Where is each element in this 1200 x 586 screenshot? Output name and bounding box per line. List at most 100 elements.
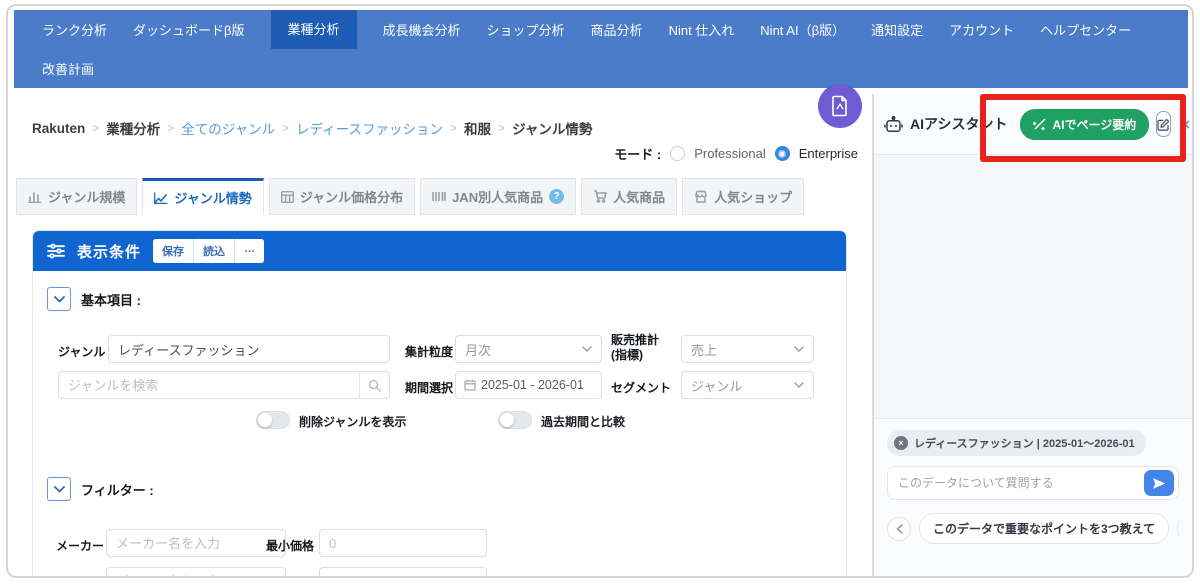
brand-label: ブランド xyxy=(56,575,104,578)
chevron-left-icon[interactable] xyxy=(887,517,911,541)
brand-input[interactable] xyxy=(106,567,286,578)
metric-label: 販売推計 (指標) xyxy=(611,333,659,363)
pdf-file-icon xyxy=(830,95,850,117)
granularity-select[interactable]: 月次 xyxy=(455,335,602,363)
ai-input-section: × レディースファッション | 2025-01〜2026-01 このデータで重要… xyxy=(874,419,1192,578)
mode-label: モード : xyxy=(614,144,661,163)
radio-professional[interactable] xyxy=(670,146,685,161)
ai-assistant-title: AIアシスタント xyxy=(910,114,1007,134)
ai-page-summary-label: AIでページ要約 xyxy=(1052,116,1136,133)
tab-label: 人気ショップ xyxy=(714,187,792,206)
pdf-export-button[interactable] xyxy=(818,84,862,128)
min-price-label: 最小価格 xyxy=(266,537,314,554)
nav-item-dashboard-beta[interactable]: ダッシュボードβ版 xyxy=(133,20,244,39)
tab-genre-trend[interactable]: ジャンル情勢 xyxy=(142,178,263,215)
max-price-input[interactable] xyxy=(319,567,487,578)
remove-tag-icon[interactable]: × xyxy=(894,436,908,450)
card-title: 表示条件 xyxy=(77,241,141,262)
tab-popular-shops[interactable]: 人気ショップ xyxy=(682,178,804,215)
mode-option-professional[interactable]: Professional xyxy=(694,146,766,161)
paper-plane-icon xyxy=(1152,477,1166,490)
genre-input[interactable] xyxy=(108,335,390,363)
segment-select[interactable]: ジャンル xyxy=(681,371,814,399)
tab-label: 人気商品 xyxy=(613,187,665,206)
tab-genre-scale[interactable]: ジャンル規模 xyxy=(16,178,137,215)
breadcrumb-all-genres-link[interactable]: 全てのジャンル xyxy=(181,118,275,138)
maker-input[interactable] xyxy=(106,529,286,557)
basic-section-header: 基本項目 : xyxy=(47,287,141,311)
metric-select[interactable]: 売上 xyxy=(681,335,814,363)
send-button[interactable] xyxy=(1144,470,1174,496)
tab-jan-popular-products[interactable]: JAN別人気商品 ? xyxy=(420,178,576,215)
show-deleted-genres-toggle[interactable] xyxy=(256,411,290,429)
tab-popular-products[interactable]: 人気商品 xyxy=(581,178,677,215)
radio-enterprise[interactable] xyxy=(775,146,790,161)
nav-item-improvement-plan[interactable]: 改善計画 xyxy=(42,59,94,78)
mode-option-enterprise[interactable]: Enterprise xyxy=(799,146,858,161)
nav-item-rank-analysis[interactable]: ランク分析 xyxy=(42,20,107,39)
nav-item-nint-purchase[interactable]: Nint 仕入れ xyxy=(669,20,735,39)
tab-genre-price-distribution[interactable]: ジャンル価格分布 xyxy=(269,178,415,215)
edit-note-button[interactable] xyxy=(1156,111,1171,137)
nav-item-account[interactable]: アカウント xyxy=(949,20,1014,39)
mode-selector: モード : Professional Enterprise xyxy=(598,144,858,163)
period-label: 期間選択 xyxy=(405,379,453,396)
granularity-value: 月次 xyxy=(465,340,491,359)
compare-past-period-toggle[interactable] xyxy=(498,411,532,429)
period-value: 2025-01 - 2026-01 xyxy=(481,378,584,392)
tab-label: ジャンル規模 xyxy=(48,187,125,206)
breadcrumb-separator: > xyxy=(450,121,457,135)
nav-item-help-center[interactable]: ヘルプセンター xyxy=(1040,20,1131,39)
breadcrumb-separator: > xyxy=(92,121,99,135)
nav-item-nint-ai[interactable]: Nint AI（β版） xyxy=(760,20,845,39)
tab-label: ジャンル情勢 xyxy=(174,188,251,207)
sliders-icon xyxy=(47,243,65,259)
genre-label: ジャンル xyxy=(58,343,105,360)
min-price-input[interactable] xyxy=(319,529,487,557)
save-button[interactable]: 保存 xyxy=(153,239,194,263)
more-options-button[interactable]: … xyxy=(235,239,264,263)
robot-icon xyxy=(884,116,903,133)
question-input[interactable] xyxy=(898,476,1144,490)
breadcrumb-separator: > xyxy=(498,121,505,135)
period-range-input[interactable]: 2025-01 - 2026-01 xyxy=(455,371,602,399)
tab-label: JAN別人気商品 xyxy=(452,187,543,206)
ai-chat-area xyxy=(874,155,1192,419)
ai-assistant-header: AIアシスタント AIでページ要約 × xyxy=(874,94,1192,155)
segment-label: セグメント xyxy=(611,379,671,396)
tab-strip: ジャンル規模 ジャンル情勢 ジャンル価格分布 xyxy=(16,178,804,215)
nav-item-product-analysis[interactable]: 商品分析 xyxy=(591,20,643,39)
nav-item-industry-analysis[interactable]: 業種分析 xyxy=(271,10,357,49)
search-icon[interactable] xyxy=(359,372,389,398)
question-input-row xyxy=(887,466,1179,500)
close-icon[interactable]: × xyxy=(1180,116,1190,133)
cart-icon xyxy=(593,190,607,203)
display-conditions-header: 表示条件 保存 読込 … xyxy=(33,231,846,271)
breadcrumb-industry-analysis: 業種分析 xyxy=(106,118,160,138)
suggestion-chip-key-points[interactable]: このデータで重要なポイントを3つ教えて xyxy=(919,513,1169,544)
ai-assistant-panel: AIアシスタント AIでページ要約 × xyxy=(872,94,1192,578)
ai-page-summary-button[interactable]: AIでページ要約 xyxy=(1020,109,1149,140)
collapse-filter-button[interactable] xyxy=(47,477,71,501)
page: ランク分析 ダッシュボードβ版 業種分析 成長機会分析 ショップ分析 商品分析 … xyxy=(0,0,1200,586)
collapse-basic-button[interactable] xyxy=(47,287,71,311)
tab-label: ジャンル価格分布 xyxy=(300,187,403,206)
filter-section-title: フィルター : xyxy=(81,480,154,499)
bar-chart-icon xyxy=(28,191,42,203)
genre-search-box xyxy=(58,371,390,399)
load-button[interactable]: 読込 xyxy=(194,239,235,263)
save-load-button-group: 保存 読込 … xyxy=(153,239,264,263)
store-icon xyxy=(694,190,708,203)
line-chart-icon xyxy=(154,192,168,204)
suggestion-chips-row: このデータで重要なポイントを3つ教えて 前期間 xyxy=(887,513,1179,544)
nav-item-growth-opportunity[interactable]: 成長機会分析 xyxy=(383,20,461,39)
nav-item-notification-settings[interactable]: 通知設定 xyxy=(871,20,923,39)
chevron-down-icon xyxy=(582,346,592,352)
breadcrumb-rakuten: Rakuten xyxy=(32,121,85,136)
suggestion-chip-previous-period[interactable]: 前期間 xyxy=(1177,513,1179,544)
breadcrumb-ladies-fashion-link[interactable]: レディースファッション xyxy=(296,118,443,138)
genre-search-input[interactable] xyxy=(59,372,359,398)
filter-section-header: フィルター : xyxy=(47,477,154,501)
help-icon[interactable]: ? xyxy=(549,189,564,204)
nav-item-shop-analysis[interactable]: ショップ分析 xyxy=(487,20,565,39)
